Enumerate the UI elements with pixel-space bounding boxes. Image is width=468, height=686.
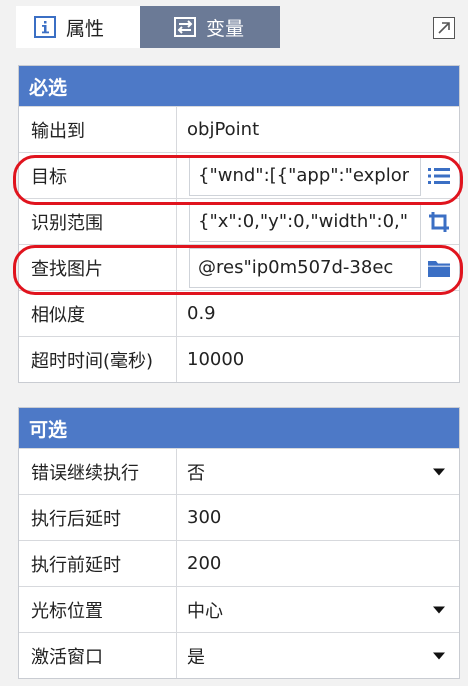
row-label: 查找图片 xyxy=(19,245,177,290)
row-label: 输出到 xyxy=(19,107,177,152)
swap-icon xyxy=(174,17,196,37)
crop-icon xyxy=(429,211,449,232)
cursor-position-select[interactable]: 中心 xyxy=(177,587,459,632)
properties-panel: 必选 输出到 objPoint 目标 {"wnd":[{"app":"explo… xyxy=(0,48,468,686)
row-output-to: 输出到 objPoint xyxy=(19,106,459,152)
group-header-required: 必选 xyxy=(19,66,459,106)
row-label: 相似度 xyxy=(19,291,177,336)
row-label: 执行后延时 xyxy=(19,495,177,540)
folder-icon xyxy=(428,260,450,277)
output-to-field[interactable]: objPoint xyxy=(177,107,459,152)
field-value: 中心 xyxy=(187,600,223,622)
field-value: {"x":0,"y":0,"width":0," xyxy=(198,211,409,232)
delay-before-field[interactable]: 200 xyxy=(177,541,459,586)
row-label: 激活窗口 xyxy=(19,633,177,678)
tab-label: 属性 xyxy=(66,17,105,40)
field-value: objPoint xyxy=(187,119,260,140)
popout-button[interactable] xyxy=(433,17,455,39)
recognition-range-field[interactable]: {"x":0,"y":0,"width":0," xyxy=(177,199,459,244)
field-value: 0.9 xyxy=(187,303,216,324)
required-group: 必选 输出到 objPoint 目标 {"wnd":[{"app":"explo… xyxy=(18,65,460,383)
similarity-field[interactable]: 0.9 xyxy=(177,291,459,336)
row-cursor-position: 光标位置 中心 xyxy=(19,586,459,632)
range-select-button[interactable] xyxy=(425,208,453,236)
target-field[interactable]: {"wnd":[{"app":"explor xyxy=(177,153,459,198)
tab-label: 变量 xyxy=(206,17,245,40)
browse-image-button[interactable] xyxy=(425,254,453,282)
continue-on-error-select[interactable]: 否 xyxy=(177,449,459,494)
row-delay-after: 执行后延时 300 xyxy=(19,494,459,540)
info-icon xyxy=(34,16,56,38)
tab-variables[interactable]: 变量 xyxy=(140,6,280,48)
row-delay-before: 执行前延时 200 xyxy=(19,540,459,586)
activate-window-select[interactable]: 是 xyxy=(177,633,459,678)
find-image-field[interactable]: @res"ip0m507d-38ec xyxy=(177,245,459,290)
row-recognition-range: 识别范围 {"x":0,"y":0,"width":0," xyxy=(19,198,459,244)
field-value: 200 xyxy=(187,553,222,574)
popout-icon xyxy=(438,22,450,34)
row-continue-on-error: 错误继续执行 否 xyxy=(19,448,459,494)
timeout-field[interactable]: 10000 xyxy=(177,337,459,382)
list-icon xyxy=(428,167,450,184)
row-label: 目标 xyxy=(19,153,177,198)
row-label: 超时时间(毫秒) xyxy=(19,337,177,382)
tab-bar: 属性 变量 xyxy=(0,0,468,48)
row-activate-window: 激活窗口 是 xyxy=(19,632,459,678)
field-value: 300 xyxy=(187,507,222,528)
group-header-optional: 可选 xyxy=(19,408,459,448)
row-timeout: 超时时间(毫秒) 10000 xyxy=(19,336,459,382)
chevron-down-icon xyxy=(433,652,445,659)
chevron-down-icon xyxy=(433,606,445,613)
field-value: {"wnd":[{"app":"explor xyxy=(198,165,410,186)
tab-properties[interactable]: 属性 xyxy=(16,6,140,48)
target-picker-button[interactable] xyxy=(425,162,453,190)
field-value: @res"ip0m507d-38ec xyxy=(198,257,394,278)
row-label: 光标位置 xyxy=(19,587,177,632)
delay-after-field[interactable]: 300 xyxy=(177,495,459,540)
row-similarity: 相似度 0.9 xyxy=(19,290,459,336)
field-value: 10000 xyxy=(187,349,245,370)
chevron-down-icon xyxy=(433,468,445,475)
row-find-image: 查找图片 @res"ip0m507d-38ec xyxy=(19,244,459,290)
field-value: 否 xyxy=(187,462,205,484)
optional-group: 可选 错误继续执行 否 执行后延时 300 执行前延时 200 光标位置 中心 … xyxy=(18,407,460,679)
row-label: 识别范围 xyxy=(19,199,177,244)
row-label: 错误继续执行 xyxy=(19,449,177,494)
row-label: 执行前延时 xyxy=(19,541,177,586)
row-target: 目标 {"wnd":[{"app":"explor xyxy=(19,152,459,198)
field-value: 是 xyxy=(187,646,205,668)
